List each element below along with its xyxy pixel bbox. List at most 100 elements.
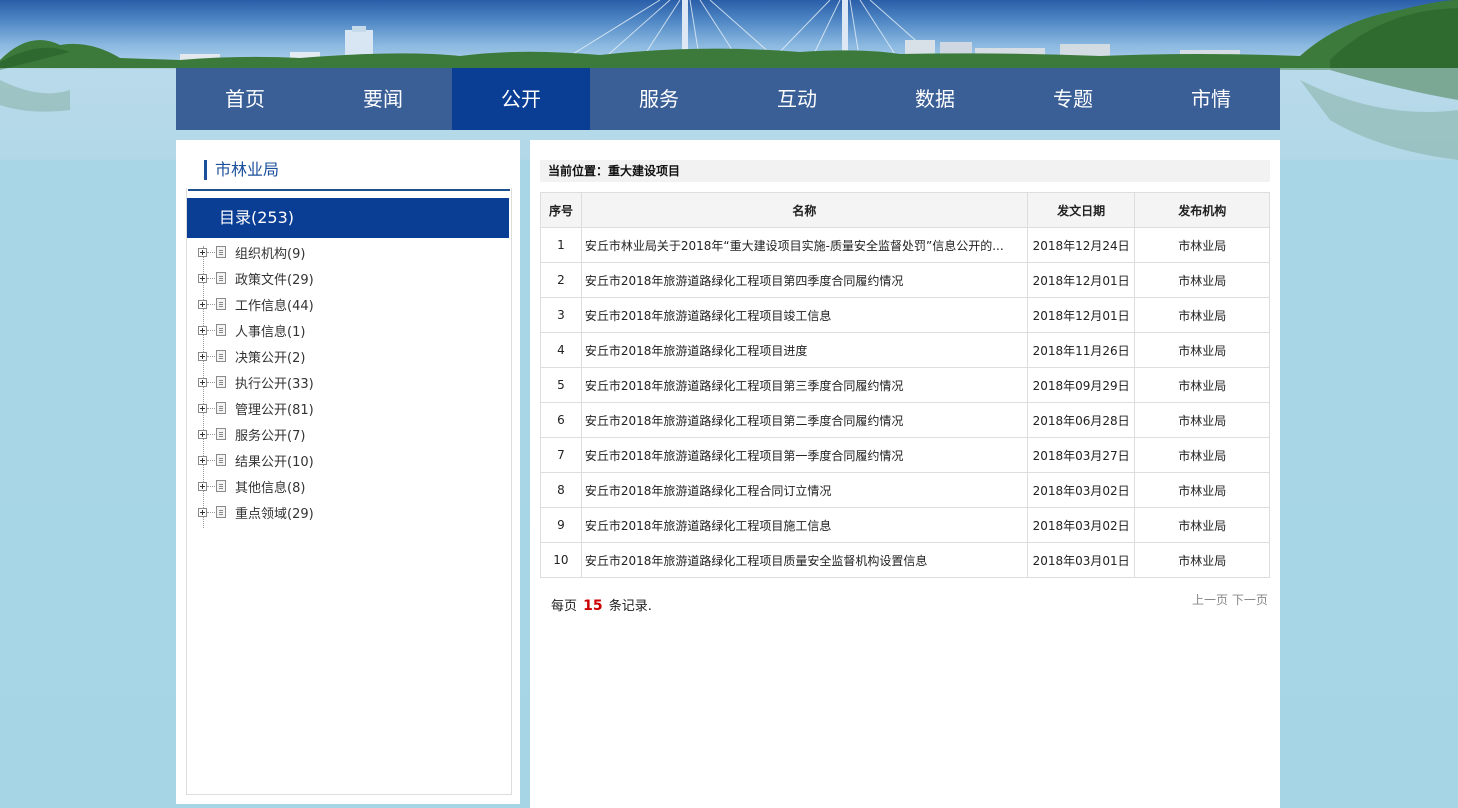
document-icon <box>216 480 226 492</box>
row-number: 7 <box>540 437 582 473</box>
tree-item[interactable]: 工作信息(44) <box>198 294 498 320</box>
document-icon <box>216 324 226 336</box>
tree-item[interactable]: 管理公开(81) <box>198 398 498 424</box>
catalog-header[interactable]: 目录(253) <box>187 198 509 238</box>
expand-plus-icon[interactable] <box>198 326 207 335</box>
row-title-link[interactable]: 安丘市林业局关于2018年“重大建设项目实施-质量安全监督处罚”信息公开的... <box>580 227 1028 263</box>
left-sidebar: 市林业局 目录(253) 组织机构(9) 政策文件(29) 工作信息(44) 人事信息… <box>176 140 520 804</box>
nav-item-2[interactable]: 公开 <box>452 68 590 130</box>
document-icon <box>216 350 226 362</box>
content-panel: 当前位置：重大建设项目 序号 名称 发文日期 发布机构 1 安丘市林业局关于201… <box>530 140 1280 808</box>
nav-item-7[interactable]: 市情 <box>1142 68 1280 130</box>
table-row: 6 安丘市2018年旅游道路绿化工程项目第二季度合同履约情况 2018年06月28日… <box>540 402 1270 438</box>
tree-item[interactable]: 执行公开(33) <box>198 372 498 398</box>
tree-connector <box>207 512 215 513</box>
tree-item-label[interactable]: 人事信息(1) <box>235 320 305 346</box>
table-row: 8 安丘市2018年旅游道路绿化工程合同订立情况 2018年03月02日 市林业局 <box>540 472 1270 508</box>
row-title-link[interactable]: 安丘市2018年旅游道路绿化工程项目第一季度合同履约情况 <box>580 437 1028 473</box>
nav-item-4[interactable]: 互动 <box>728 68 866 130</box>
row-org: 市林业局 <box>1134 297 1270 333</box>
header-org: 发布机构 <box>1134 192 1270 228</box>
document-icon <box>216 298 226 310</box>
row-title-link[interactable]: 安丘市2018年旅游道路绿化工程项目第四季度合同履约情况 <box>580 262 1028 298</box>
tree-connector <box>207 434 215 435</box>
tree-item[interactable]: 人事信息(1) <box>198 320 498 346</box>
table-header-row: 序号 名称 发文日期 发布机构 <box>540 192 1270 228</box>
row-date: 2018年12月01日 <box>1026 262 1136 298</box>
pager: 上一页 下一页 <box>1192 591 1268 608</box>
table-row: 1 安丘市林业局关于2018年“重大建设项目实施-质量安全监督处罚”信息公开的..… <box>540 227 1270 263</box>
tree-item-label[interactable]: 结果公开(10) <box>235 450 314 476</box>
header-date: 发文日期 <box>1026 192 1136 228</box>
tree-item-label[interactable]: 执行公开(33) <box>235 372 314 398</box>
row-title-link[interactable]: 安丘市2018年旅游道路绿化工程项目进度 <box>580 332 1028 368</box>
tree-item-label[interactable]: 组织机构(9) <box>235 242 305 268</box>
nav-item-1[interactable]: 要闻 <box>314 68 452 130</box>
tree-item-label[interactable]: 工作信息(44) <box>235 294 314 320</box>
expand-plus-icon[interactable] <box>198 456 207 465</box>
next-page-link[interactable]: 下一页 <box>1232 593 1268 607</box>
row-title-link[interactable]: 安丘市2018年旅游道路绿化工程项目质量安全监督机构设置信息 <box>580 542 1028 578</box>
row-number: 4 <box>540 332 582 368</box>
nav-item-5[interactable]: 数据 <box>866 68 1004 130</box>
row-number: 5 <box>540 367 582 403</box>
breadcrumb: 当前位置：重大建设项目 <box>540 160 1270 182</box>
row-number: 9 <box>540 507 582 543</box>
expand-plus-icon[interactable] <box>198 508 207 517</box>
header-title: 名称 <box>580 192 1028 228</box>
row-org: 市林业局 <box>1134 472 1270 508</box>
row-title-link[interactable]: 安丘市2018年旅游道路绿化工程项目施工信息 <box>580 507 1028 543</box>
nav-item-0[interactable]: 首页 <box>176 68 314 130</box>
row-org: 市林业局 <box>1134 507 1270 543</box>
tree-item[interactable]: 重点领域(29) <box>198 502 498 528</box>
row-date: 2018年09月29日 <box>1026 367 1136 403</box>
page-size-prefix: 每页 <box>551 599 578 614</box>
row-date: 2018年11月26日 <box>1026 332 1136 368</box>
row-title-link[interactable]: 安丘市2018年旅游道路绿化工程项目第三季度合同履约情况 <box>580 367 1028 403</box>
tree-connector <box>207 304 215 305</box>
nav-item-6[interactable]: 专题 <box>1004 68 1142 130</box>
expand-plus-icon[interactable] <box>198 430 207 439</box>
document-icon <box>216 428 226 440</box>
tree-connector <box>207 382 215 383</box>
expand-plus-icon[interactable] <box>198 482 207 491</box>
header-no: 序号 <box>540 192 582 228</box>
document-icon <box>216 376 226 388</box>
tree-item-label[interactable]: 其他信息(8) <box>235 476 305 502</box>
row-title-link[interactable]: 安丘市2018年旅游道路绿化工程合同订立情况 <box>580 472 1028 508</box>
tree-item[interactable]: 结果公开(10) <box>198 450 498 476</box>
table-row: 7 安丘市2018年旅游道路绿化工程项目第一季度合同履约情况 2018年03月27日… <box>540 437 1270 473</box>
tree-item[interactable]: 政策文件(29) <box>198 268 498 294</box>
tree-item[interactable]: 决策公开(2) <box>198 346 498 372</box>
expand-plus-icon[interactable] <box>198 378 207 387</box>
row-number: 1 <box>540 227 582 263</box>
expand-plus-icon[interactable] <box>198 300 207 309</box>
row-org: 市林业局 <box>1134 332 1270 368</box>
document-icon <box>216 272 226 284</box>
row-title-link[interactable]: 安丘市2018年旅游道路绿化工程项目第二季度合同履约情况 <box>580 402 1028 438</box>
row-title-link[interactable]: 安丘市2018年旅游道路绿化工程项目竣工信息 <box>580 297 1028 333</box>
table-row: 3 安丘市2018年旅游道路绿化工程项目竣工信息 2018年12月01日 市林业局 <box>540 297 1270 333</box>
nav-item-3[interactable]: 服务 <box>590 68 728 130</box>
row-number: 6 <box>540 402 582 438</box>
tree-item-label[interactable]: 政策文件(29) <box>235 268 314 294</box>
tree-item-label[interactable]: 管理公开(81) <box>235 398 314 424</box>
row-number: 3 <box>540 297 582 333</box>
tree-item[interactable]: 组织机构(9) <box>198 242 498 268</box>
expand-plus-icon[interactable] <box>198 248 207 257</box>
tree-item[interactable]: 其他信息(8) <box>198 476 498 502</box>
tree-item-label[interactable]: 服务公开(7) <box>235 424 305 450</box>
tree-item-label[interactable]: 决策公开(2) <box>235 346 305 372</box>
tree-item[interactable]: 服务公开(7) <box>198 424 498 450</box>
prev-page-link[interactable]: 上一页 <box>1192 593 1228 607</box>
table-row: 5 安丘市2018年旅游道路绿化工程项目第三季度合同履约情况 2018年09月29日… <box>540 367 1270 403</box>
page-size-suffix: 条记录. <box>608 599 652 614</box>
expand-plus-icon[interactable] <box>198 274 207 283</box>
row-org: 市林业局 <box>1134 402 1270 438</box>
tree-connector <box>207 460 215 461</box>
row-date: 2018年06月28日 <box>1026 402 1136 438</box>
tree-item-label[interactable]: 重点领域(29) <box>235 502 314 528</box>
expand-plus-icon[interactable] <box>198 404 207 413</box>
expand-plus-icon[interactable] <box>198 352 207 361</box>
sidebar-title: 市林业局 <box>204 160 279 180</box>
